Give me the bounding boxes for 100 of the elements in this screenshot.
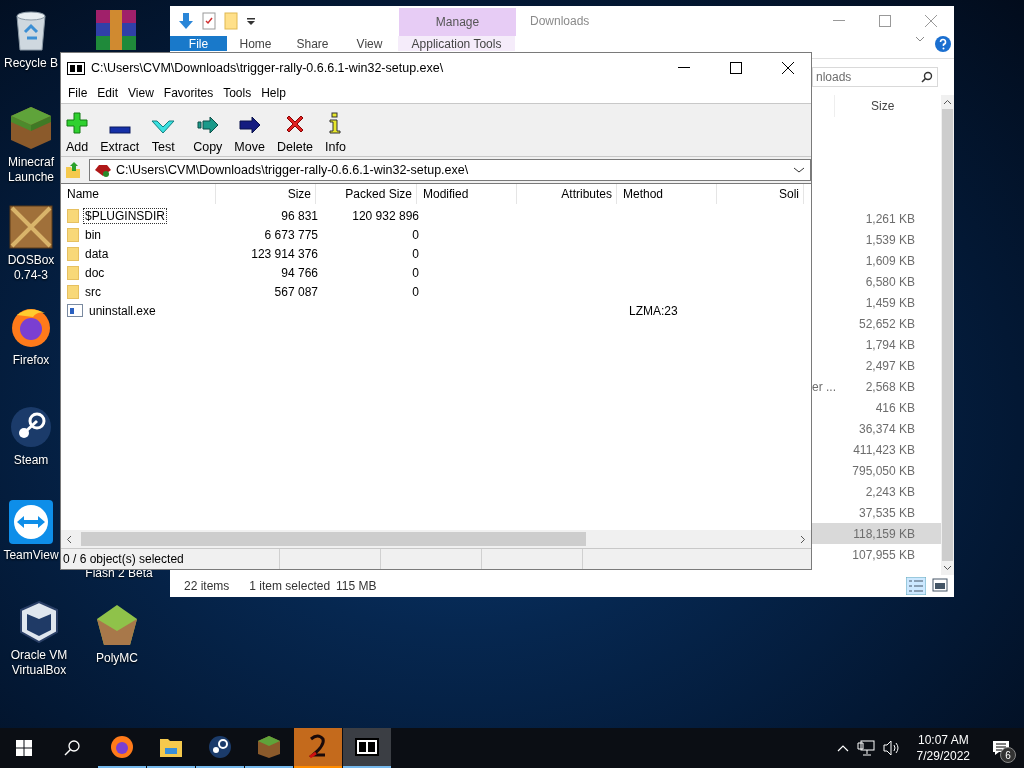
taskbar-button[interactable]: [343, 728, 391, 768]
ribbon-tab[interactable]: File: [170, 36, 227, 51]
folder-icon: [67, 265, 79, 280]
ribbon-tab[interactable]: Share: [284, 36, 341, 51]
menu-item[interactable]: Favorites: [158, 86, 219, 100]
search-icon: [921, 71, 933, 83]
desktop-shortcut[interactable]: Oracle VM VirtualBox: [0, 600, 78, 678]
file-row[interactable]: er ... 2,568 KB: [812, 376, 941, 397]
chevron-left-icon[interactable]: [66, 534, 72, 544]
file-name-cell[interactable]: data: [61, 244, 222, 263]
file-row[interactable]: 1,794 KB: [812, 334, 941, 355]
file-row[interactable]: 118,159 KB: [812, 523, 941, 544]
desktop-shortcut[interactable]: Recycle B: [2, 8, 60, 71]
properties-icon[interactable]: [202, 12, 216, 30]
chevron-up-icon[interactable]: [943, 99, 952, 105]
address-field[interactable]: C:\Users\CVM\Downloads\trigger-rally-0.6.6.1-win32-setup.exe\: [89, 159, 811, 181]
size-cell: 123 914 376: [251, 246, 318, 261]
dropdown-icon[interactable]: [246, 17, 256, 25]
minimize-icon[interactable]: [678, 67, 690, 69]
ribbon-tab[interactable]: View: [341, 36, 398, 51]
chevron-down-icon: [151, 120, 176, 134]
file-row[interactable]: 416 KB: [812, 397, 941, 418]
globe-fox-icon: [110, 735, 134, 759]
desktop-shortcut[interactable]: Firefox: [2, 305, 60, 368]
maximize-icon[interactable]: [730, 62, 742, 74]
clock[interactable]: 10:07 AM 7/29/2022: [908, 732, 978, 764]
file-row[interactable]: 37,535 KB: [812, 502, 941, 523]
ribbon-tab[interactable]: Home: [227, 36, 284, 51]
taskbar-button[interactable]: [294, 728, 342, 768]
column-header[interactable]: Attributes: [517, 184, 617, 204]
file-row[interactable]: 1,459 KB: [812, 292, 941, 313]
desktop-shortcut[interactable]: Minecraf Launche: [2, 105, 60, 185]
folder-up-icon[interactable]: [65, 161, 81, 179]
program-file-icon: [67, 304, 83, 317]
toolbar-button[interactable]: Test: [148, 108, 179, 154]
menu-item[interactable]: Tools: [218, 86, 257, 100]
file-name-cell[interactable]: bin: [61, 225, 222, 244]
search-icon: [64, 740, 80, 756]
ribbon-tab[interactable]: Application Tools: [398, 36, 515, 51]
horizontal-scrollbar[interactable]: [61, 530, 811, 548]
thumbnail-view-icon[interactable]: [932, 577, 948, 593]
toolbar-button[interactable]: Extract: [97, 108, 143, 154]
folder-icon: [67, 246, 79, 261]
file-name-cell[interactable]: uninstall.exe: [61, 301, 222, 320]
menu-item[interactable]: Edit: [92, 86, 124, 100]
column-header[interactable]: Method: [617, 184, 717, 204]
size-cell: 94 766: [281, 265, 318, 280]
toolbar-button[interactable]: Info: [322, 108, 349, 154]
column-header[interactable]: Packed Size: [316, 184, 417, 204]
item-count: 22 items: [184, 579, 230, 593]
arrow-right-icon: [238, 116, 261, 134]
grass-block-icon: [9, 105, 53, 151]
close-icon[interactable]: [782, 62, 794, 74]
file-row[interactable]: 52,652 KB: [812, 313, 941, 334]
file-row[interactable]: 6,580 KB: [812, 271, 941, 292]
file-row[interactable]: 795,050 KB: [812, 460, 941, 481]
desktop-shortcut[interactable]: TeamView: [2, 500, 60, 563]
toolbar-button[interactable]: Add: [63, 108, 92, 154]
help-icon[interactable]: [935, 36, 951, 52]
minus-icon: [108, 126, 131, 134]
download-arrow-icon[interactable]: [178, 12, 194, 30]
folder-icon: [67, 284, 79, 299]
network-icon[interactable]: [856, 740, 875, 756]
file-row[interactable]: 411,423 KB: [812, 439, 941, 460]
chevron-right-icon[interactable]: [800, 534, 806, 544]
file-row[interactable]: 36,374 KB: [812, 418, 941, 439]
file-row[interactable]: 2,243 KB: [812, 481, 941, 502]
notification-button[interactable]: 6: [986, 733, 1016, 763]
packed-size-cell: 120 932 896: [352, 208, 419, 223]
chevron-down-icon[interactable]: [943, 565, 952, 571]
desktop-shortcut[interactable]: DOSBox 0.74-3: [2, 205, 60, 283]
column-header[interactable]: Name: [61, 184, 216, 204]
size-cell: 96 831: [281, 208, 318, 223]
toolbar-button[interactable]: Move: [231, 108, 268, 154]
file-name-cell[interactable]: $PLUGINSDIR: [61, 206, 222, 225]
packed-size-cell: 0: [412, 265, 419, 280]
menu-item[interactable]: File: [63, 86, 93, 100]
file-row[interactable]: 1,261 KB: [812, 208, 941, 229]
desktop-shortcut[interactable]: Steam: [2, 405, 60, 468]
file-name-cell[interactable]: src: [61, 282, 222, 301]
search-field[interactable]: nloads: [812, 67, 938, 87]
windows-logo-icon: [16, 740, 32, 756]
toolbar-button[interactable]: Copy: [190, 108, 226, 154]
vertical-scrollbar[interactable]: [941, 95, 954, 575]
speaker-icon[interactable]: [882, 740, 901, 756]
desktop-shortcut[interactable]: PolyMC: [80, 603, 154, 666]
column-header[interactable]: Modified: [417, 184, 517, 204]
size-cell: 6 673 775: [264, 227, 318, 242]
file-row[interactable]: 1,539 KB: [812, 229, 941, 250]
column-header[interactable]: Size: [216, 184, 316, 204]
file-row[interactable]: 1,609 KB: [812, 250, 941, 271]
toolbar-button[interactable]: Delete: [273, 108, 317, 154]
size-cell: 567 087: [274, 284, 318, 299]
column-header[interactable]: Soli: [717, 184, 804, 204]
cube-icon: [17, 600, 61, 644]
menu-item[interactable]: Help: [256, 86, 291, 100]
file-row[interactable]: 2,497 KB: [812, 355, 941, 376]
menu-item[interactable]: View: [123, 86, 159, 100]
file-name-cell[interactable]: doc: [61, 263, 222, 282]
file-row[interactable]: 107,955 KB: [812, 544, 941, 565]
